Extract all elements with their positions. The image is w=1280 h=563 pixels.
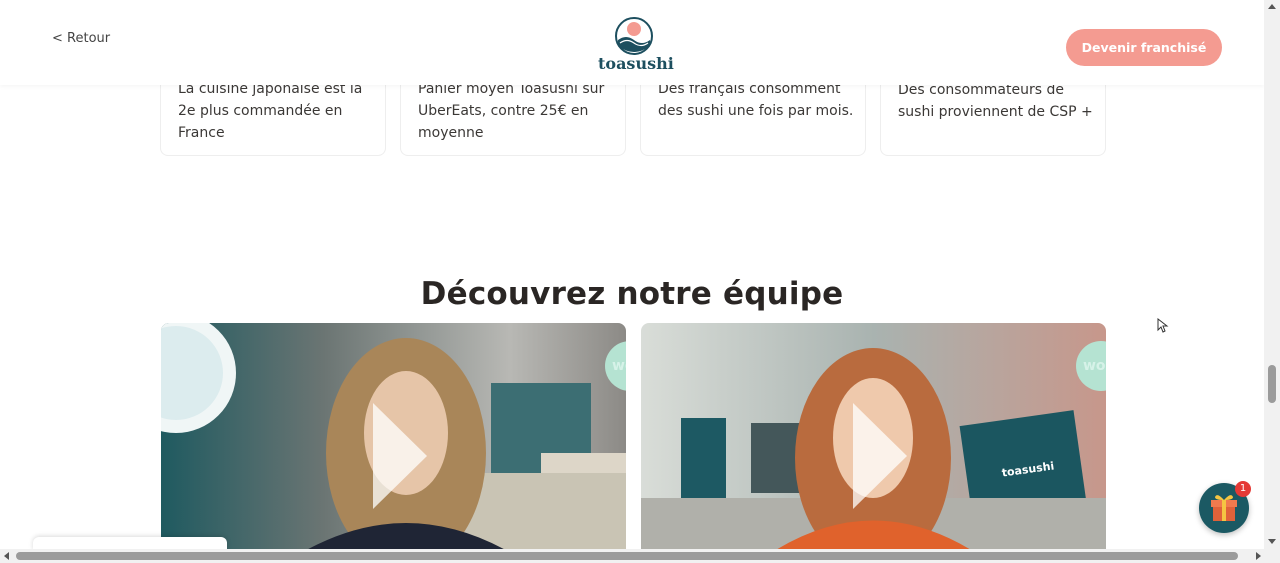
become-franchisee-button[interactable]: Devenir franchisé: [1066, 29, 1222, 66]
scroll-right-icon[interactable]: [1256, 552, 1261, 560]
site-header: < Retour toasushi Devenir franchisé: [0, 0, 1264, 85]
vertical-scroll-thumb[interactable]: [1268, 365, 1276, 403]
scroll-down-icon[interactable]: [1268, 539, 1276, 544]
play-icon[interactable]: [853, 403, 907, 509]
stat-text: La cuisine japonaise est la 2e plus comm…: [178, 81, 363, 141]
team-video-1[interactable]: wo: [161, 323, 626, 549]
mouse-cursor-icon: [1157, 318, 1169, 333]
play-icon[interactable]: [373, 403, 427, 509]
horizontal-scroll-thumb[interactable]: [16, 552, 1238, 560]
scroll-up-icon[interactable]: [1268, 4, 1276, 9]
team-video-2[interactable]: toasushi wo: [641, 323, 1106, 549]
logo-text: toasushi: [598, 54, 674, 73]
vertical-scrollbar[interactable]: [1264, 0, 1280, 549]
notification-badge: 1: [1235, 481, 1251, 497]
team-section-title: Découvrez notre équipe: [420, 275, 844, 312]
horizontal-scrollbar[interactable]: [0, 549, 1280, 563]
scroll-left-icon[interactable]: [4, 552, 9, 560]
stat-text: Des consommateurs de sushi proviennent d…: [898, 82, 1093, 120]
stat-text: Panier moyen Toasushi sur UberEats, cont…: [418, 81, 605, 141]
back-link[interactable]: < Retour: [52, 31, 110, 46]
